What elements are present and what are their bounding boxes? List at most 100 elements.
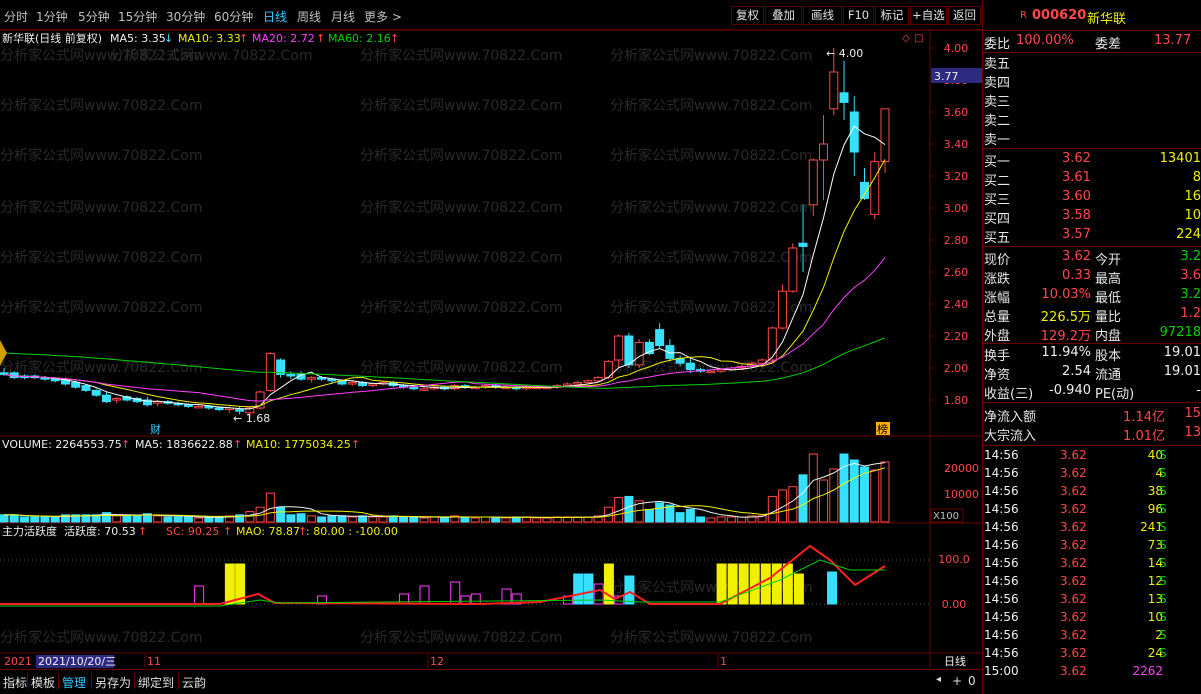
- kline-chart[interactable]: 分析家公式网www.70822.Com 分析家公式网www.70822.Com 分析…: [0, 0, 982, 669]
- volume-bar: [419, 517, 429, 523]
- volume-bar: [429, 516, 439, 523]
- zero-button[interactable]: 0: [968, 674, 976, 688]
- volume-bar: [480, 516, 490, 523]
- indicator-bar: [716, 563, 727, 605]
- volume-bar: [532, 517, 542, 523]
- price-tick-label: 3.20: [944, 170, 969, 183]
- ma10-label: MA10: 3.33: [178, 32, 241, 45]
- tick-row: 15:00 3.62 2262: [984, 664, 1163, 678]
- volume-bar: [491, 516, 501, 523]
- indicator-bar: [738, 563, 749, 605]
- period-name: 日线: [944, 654, 966, 668]
- watermark: 分析家公式网www.70822.Com: [0, 147, 202, 164]
- indicator-bar: [470, 593, 481, 605]
- sell-level-3: 卖三: [984, 95, 1011, 110]
- vol-ma10-arrow: ↑: [351, 438, 360, 451]
- watermark: 分析家公式网www.70822.Com: [0, 199, 202, 216]
- price-axis: 4.003.803.603.403.203.002.802.602.402.20…: [930, 42, 968, 407]
- chart-title: 新华联(日线 前复权): [2, 31, 102, 45]
- watermark: 分析家公式网www.70822.Com: [360, 629, 562, 646]
- chart-title-group: 新华联(日线 前复权) MA5: 3.35↓ MA10: 3.33↑ MA20: 2.…: [2, 31, 399, 45]
- ma20-label: MA20: 2.72: [252, 32, 315, 45]
- volume-bar: [839, 453, 849, 523]
- price-tick-label: 1.80: [944, 394, 969, 407]
- candle: [112, 396, 122, 404]
- candle: [870, 152, 880, 220]
- scroll-left-icon[interactable]: ◂: [936, 674, 941, 685]
- watermark: 分析家公式网www.70822.Com: [360, 47, 562, 64]
- tick-row: 14:56 3.62 14 S: [984, 556, 1167, 570]
- ma60-arrow: ↑: [390, 32, 399, 45]
- buy-level-5: 买五 3.57 224: [984, 227, 1201, 246]
- volume-bar: [163, 516, 173, 523]
- tick-row: 14:56 3.62 4 S: [984, 466, 1167, 480]
- candle: [317, 376, 327, 381]
- ma10-arrow: ↑: [239, 32, 248, 45]
- bottom-tab-1[interactable]: 模板: [31, 674, 55, 691]
- volume-bar: [286, 514, 296, 523]
- watermark: 分析家公式网www.70822.Com: [360, 299, 562, 316]
- sell-level-4: 卖四: [984, 76, 1011, 91]
- volume-bar: [347, 516, 357, 523]
- candle: [778, 284, 788, 330]
- candle: [511, 385, 521, 391]
- volume-bar: [296, 513, 306, 523]
- bottom-tab-0[interactable]: 指标: [3, 674, 27, 691]
- watermark: 分析家公式网www.70822.Com: [610, 47, 812, 64]
- volume-bar: [378, 516, 388, 523]
- watermark: 分析家公式网www.70822.Com: [360, 147, 562, 164]
- ma5-label: MA5: 3.35: [110, 32, 166, 45]
- candle: [819, 115, 829, 200]
- indicator-bar: [399, 593, 410, 605]
- axis-date: 2021/10/20/三: [38, 655, 116, 668]
- vol-unit: X100: [933, 511, 959, 522]
- vol-ma10-line: [4, 467, 886, 518]
- volume-bar: [214, 516, 224, 523]
- watermark: 分析家公式网www.70822.Com: [360, 249, 562, 266]
- volume-bar: [696, 516, 706, 523]
- volume-bar: [870, 469, 880, 523]
- candle: [276, 358, 286, 378]
- square-icon: □: [914, 33, 923, 44]
- plus-icon[interactable]: +: [952, 674, 962, 688]
- volume-bar: [9, 514, 19, 523]
- candle: [634, 339, 644, 368]
- volume-bar: [204, 516, 214, 523]
- vol-ma5-line: [4, 462, 886, 519]
- volume-bar: [30, 516, 40, 523]
- volume-bar: [685, 508, 695, 523]
- vol-ma5-label: MA5: 1836622.88: [135, 438, 233, 451]
- volume-title: VOLUME: 2264553.75: [2, 438, 122, 451]
- ind-tick-label: 100.0: [938, 553, 970, 566]
- volume-bar: [245, 511, 255, 523]
- bottom-tab-4[interactable]: 绑定到: [138, 674, 174, 691]
- volume-bar: [716, 516, 726, 523]
- stat-row-2: 涨幅 10.03% 最低 3.2: [984, 287, 1201, 306]
- volume-bar: [470, 517, 480, 523]
- volume-bar: [0, 514, 9, 523]
- ind-tick-label: 0.00: [942, 598, 967, 611]
- vol-tick-label: 10000: [944, 488, 979, 501]
- bottom-tab-5[interactable]: 云韵: [182, 674, 206, 691]
- watermark: 分析家公式网www.70822.Com: [360, 97, 562, 114]
- watermark: 分析家公式网www.70822.Com: [0, 97, 202, 114]
- date-axis: 2021 2021/10/20/三 11 12 1 日线: [4, 654, 966, 668]
- indicator-bar: [450, 581, 461, 605]
- volume-bar: [880, 461, 890, 523]
- flow-row-1: 大宗流入 1.01亿 13: [984, 425, 1201, 444]
- bottom-toolbar: 指标 模板 管理 另存为 绑定到 云韵 ◂ +0: [0, 669, 982, 694]
- watermark: 分析家公式网www.70822.Com: [0, 249, 202, 266]
- bottom-tab-2[interactable]: 管理: [62, 674, 86, 691]
- ma20-arrow: ↑: [316, 32, 325, 45]
- volume-bar: [132, 515, 142, 523]
- price-tick-label: 2.40: [944, 298, 969, 311]
- watermark: 分析家公式网www.70822.Com: [0, 299, 202, 316]
- buy-level-1: 买一 3.62 13401: [984, 151, 1201, 170]
- watermark: 分析家公式网www.70822.Com: [610, 199, 812, 216]
- price-tick-label: 3.40: [944, 138, 969, 151]
- volume-bar: [829, 468, 839, 523]
- bottom-tab-3[interactable]: 另存为: [95, 674, 131, 691]
- ma60-label: MA60: 2.16: [328, 32, 391, 45]
- tick-row: 14:56 3.62 2 S: [984, 628, 1167, 642]
- stat-row-4: 外盘 129.2万 内盘 97218: [984, 325, 1201, 344]
